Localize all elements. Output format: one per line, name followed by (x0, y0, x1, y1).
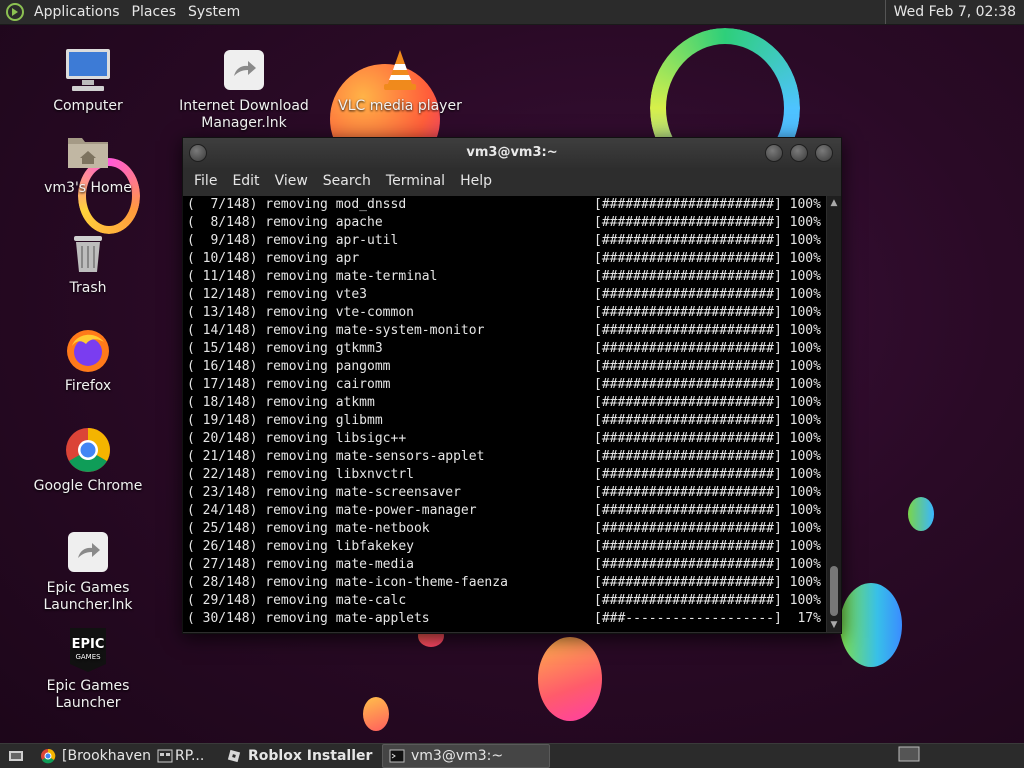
desktop-icon-label: VLC media player (338, 98, 462, 114)
desktop-icon-label: Trash (69, 280, 107, 296)
terminal-line: ( 24/148) removing mate-power-manager [#… (187, 503, 821, 518)
terminal-line: ( 15/148) removing gtkmm3 [#############… (187, 341, 821, 356)
places-menu[interactable]: Places (126, 0, 183, 24)
firefox-icon (64, 326, 112, 374)
terminal-line: ( 11/148) removing mate-terminal [######… (187, 269, 821, 284)
show-desktop-icon (9, 751, 23, 761)
desktop-icon-computer[interactable]: Computer (18, 46, 158, 115)
workspace-icon (898, 746, 920, 762)
desktop-icon-vlc[interactable]: VLC media player (330, 46, 470, 115)
desktop-icon-chrome[interactable]: Google Chrome (18, 426, 158, 495)
workspace-switcher[interactable] (898, 746, 920, 766)
wallpaper-orb (908, 497, 934, 531)
terminal-line: ( 25/148) removing mate-netbook [#######… (187, 521, 821, 536)
scroll-down-arrow-icon[interactable]: ▼ (829, 620, 839, 630)
terminal-line: ( 16/148) removing pangomm [############… (187, 359, 821, 374)
close-button[interactable] (815, 144, 833, 162)
computer-icon (64, 46, 112, 94)
menu-file[interactable]: File (187, 173, 225, 189)
terminal-line: ( 30/148) removing mate-applets [###----… (187, 611, 821, 626)
terminal-menubar: File Edit View Search Terminal Help (183, 168, 841, 194)
task-roblox-installer[interactable]: Roblox Installer (220, 745, 380, 767)
shortcut-icon (220, 46, 268, 94)
window-menu-button[interactable] (189, 144, 207, 162)
top-panel: Applications Places System Wed Feb 7, 02… (0, 0, 1024, 25)
desktop-icon-home[interactable]: vm3's Home (18, 128, 158, 197)
terminal-line: ( 20/148) removing libsigc++ [##########… (187, 431, 821, 446)
terminal-line: ( 28/148) removing mate-icon-theme-faenz… (187, 575, 821, 590)
home-folder-icon (64, 128, 112, 176)
trash-icon (64, 228, 112, 276)
task-brookhaven[interactable]: [Brookhaven RP... (34, 745, 218, 767)
scrollbar-thumb[interactable] (830, 566, 838, 616)
desktop-icon-label: Computer (53, 98, 123, 114)
shortcut-icon (64, 528, 112, 576)
desktop-icon-epic-shortcut[interactable]: Epic Games Launcher.lnk (18, 528, 158, 614)
terminal-line: ( 19/148) removing glibmm [#############… (187, 413, 821, 428)
wallpaper-orb (363, 697, 389, 731)
terminal-line: ( 29/148) removing mate-calc [##########… (187, 593, 821, 608)
desktop-icon-label: Google Chrome (33, 478, 143, 494)
terminal-line: ( 21/148) removing mate-sensors-applet [… (187, 449, 821, 464)
desktop-icon-label: Epic Games Launcher.lnk (43, 580, 133, 613)
terminal-line: ( 23/148) removing mate-screensaver [###… (187, 485, 821, 500)
task-label: [Brookhaven (62, 748, 151, 764)
wallpaper-orb (840, 583, 902, 667)
terminal-line: ( 17/148) removing cairomm [############… (187, 377, 821, 392)
desktop-icon-label: vm3's Home (44, 180, 132, 196)
desktop-icon-label: Epic Games Launcher (46, 678, 130, 711)
terminal-line: ( 8/148) removing apache [##############… (187, 215, 821, 230)
menu-terminal[interactable]: Terminal (379, 173, 453, 189)
chrome-icon (41, 748, 56, 764)
clock[interactable]: Wed Feb 7, 02:38 (884, 0, 1024, 24)
menu-edit[interactable]: Edit (225, 173, 267, 189)
terminal-window[interactable]: vm3@vm3:~ File Edit View Search Terminal… (182, 137, 842, 634)
minimize-button[interactable] (765, 144, 783, 162)
terminal-line: ( 27/148) removing mate-media [#########… (187, 557, 821, 572)
menu-help[interactable]: Help (453, 173, 500, 189)
applications-menu[interactable]: Applications (28, 0, 126, 24)
chrome-icon (64, 426, 112, 474)
mate-logo-icon[interactable] (6, 3, 24, 21)
terminal-line: ( 18/148) removing atkmm [##############… (187, 395, 821, 410)
svg-text:GAMES: GAMES (75, 653, 101, 661)
menu-view[interactable]: View (268, 173, 316, 189)
desktop-icon-label: Firefox (64, 378, 112, 394)
vlc-icon (376, 46, 424, 94)
terminal-line: ( 9/148) removing apr-util [############… (187, 233, 821, 248)
task-label: vm3@vm3:~ (411, 748, 504, 764)
terminal-line: ( 13/148) removing vte-common [#########… (187, 305, 821, 320)
window-title: vm3@vm3:~ (466, 145, 558, 160)
scroll-up-arrow-icon[interactable]: ▲ (829, 198, 839, 208)
system-menu[interactable]: System (182, 0, 246, 24)
task-label: RP... (174, 748, 205, 764)
terminal-line: ( 14/148) removing mate-system-monitor [… (187, 323, 821, 338)
terminal-output[interactable]: ( 7/148) removing mod_dnssd [###########… (183, 196, 826, 632)
desktop-icon-epic-games[interactable]: EPIC GAMES Epic Games Launcher (18, 626, 158, 712)
terminal-scrollbar[interactable]: ▲ ▼ (827, 196, 841, 632)
terminal-line: ( 22/148) removing libxnvctrl [#########… (187, 467, 821, 482)
terminal-line: ( 7/148) removing mod_dnssd [###########… (187, 197, 821, 212)
show-desktop-button[interactable] (0, 745, 32, 767)
desktop-icon-trash[interactable]: Trash (18, 228, 158, 297)
terminal-line: ( 10/148) removing apr [################… (187, 251, 821, 266)
menu-search[interactable]: Search (316, 173, 379, 189)
epic-games-icon: EPIC GAMES (64, 626, 112, 674)
desktop-icon-firefox[interactable]: Firefox (18, 326, 158, 395)
bottom-panel: [Brookhaven RP... Roblox Installer vm3@v… (0, 743, 1024, 768)
svg-text:EPIC: EPIC (72, 637, 105, 652)
task-terminal[interactable]: vm3@vm3:~ (382, 744, 550, 768)
wallpaper-orb (538, 637, 602, 721)
desktop-icon-label: Internet Download Manager.lnk (179, 98, 309, 131)
terminal-line: ( 12/148) removing vte3 [###############… (187, 287, 821, 302)
task-label: Roblox Installer (248, 748, 373, 764)
roblox-icon (227, 749, 241, 763)
terminal-icon (389, 749, 405, 763)
terminal-line: ( 26/148) removing libfakekey [#########… (187, 539, 821, 554)
title-bar[interactable]: vm3@vm3:~ (183, 138, 841, 168)
desktop-icon-idm-shortcut[interactable]: Internet Download Manager.lnk (174, 46, 314, 132)
maximize-button[interactable] (790, 144, 808, 162)
window-icon (157, 749, 173, 763)
